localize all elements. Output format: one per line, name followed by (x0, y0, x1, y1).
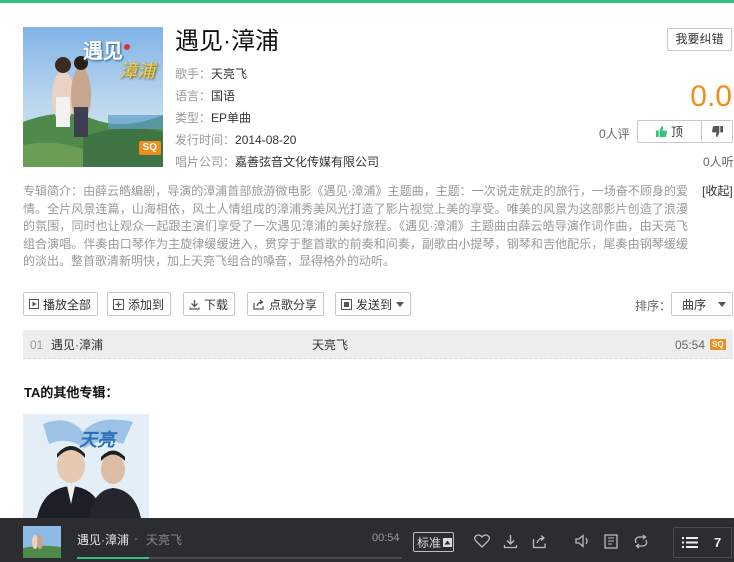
upvote-button[interactable]: 顶 (638, 121, 702, 142)
add-to-button[interactable]: 添加到 (107, 292, 172, 316)
play-all-button[interactable]: 播放全部 (23, 292, 99, 316)
raters-count: 0人评 (599, 127, 630, 141)
player-bar: 遇见·漳浦 - 天亮飞 00:54 标准 7 (0, 518, 734, 562)
share-button[interactable]: 点歌分享 (247, 292, 325, 316)
top-accent-line (0, 0, 734, 3)
meta-release-date: 发行时间：2014-08-20 (175, 133, 297, 147)
vote-box: 顶 (637, 120, 733, 143)
player-cover-thumbnail[interactable] (23, 526, 61, 558)
sort-label: 排序： (635, 299, 672, 313)
play-icon (29, 299, 39, 309)
quality-selector[interactable]: 标准 (413, 532, 454, 552)
share-icon (253, 299, 264, 310)
progress-fill (77, 557, 149, 559)
share-icon[interactable] (532, 534, 547, 549)
volume-icon[interactable] (575, 534, 591, 548)
meta-language: 语言：国语 (175, 89, 236, 103)
other-album-cover[interactable]: 天亮 (23, 414, 149, 518)
sq-badge: SQ (710, 339, 726, 350)
song-duration: 05:54 (675, 338, 706, 352)
singer-link[interactable]: 天亮飞 (211, 67, 247, 81)
chevron-up-icon (443, 537, 453, 547)
download-icon (189, 299, 200, 310)
player-cover-art (23, 526, 61, 558)
description-text: 由薛云皓编剧，导演的漳浦首部旅游微电影《遇见·漳浦》主题曲，主题：一次说走就走的… (23, 184, 688, 268)
downvote-button[interactable] (702, 121, 732, 142)
player-separator: - (134, 531, 138, 545)
listeners-count: 0人听 (703, 155, 734, 169)
download-button[interactable]: 下载 (183, 292, 236, 316)
chevron-down-icon (718, 301, 726, 307)
progress-bar[interactable] (77, 557, 402, 559)
other-album-cover-text: 天亮 (79, 430, 115, 450)
cover-title-text: 遇见 (83, 41, 123, 63)
thumbs-down-icon (711, 126, 723, 137)
thumbs-up-icon (655, 126, 667, 137)
sort-select[interactable]: 曲序 (671, 292, 733, 316)
playlist-queue-button[interactable]: 7 (673, 527, 732, 558)
player-time: 00:54 (372, 532, 400, 544)
album-score: 0.0 (690, 80, 732, 113)
song-artist[interactable]: 天亮飞 (312, 338, 348, 352)
report-error-button[interactable]: 我要纠错 (667, 28, 732, 51)
meta-singer: 歌手：天亮飞 (175, 67, 248, 81)
song-number: 01 (30, 338, 44, 352)
heart-icon[interactable] (474, 534, 490, 548)
sq-badge: SQ (138, 141, 161, 155)
meta-company: 唱片公司：嘉善弦音文化传媒有限公司 (175, 155, 380, 169)
send-icon (341, 298, 352, 310)
album-title: 遇见·漳浦 (175, 28, 279, 55)
send-to-button[interactable]: 发送到 (335, 292, 412, 316)
collapse-description-link[interactable]: [收起] (702, 183, 733, 201)
player-song-name[interactable]: 遇见·漳浦 (77, 531, 129, 548)
chevron-down-icon (396, 301, 405, 307)
company-link[interactable]: 嘉善弦音文化传媒有限公司 (235, 155, 379, 169)
repeat-icon[interactable] (633, 534, 649, 549)
album-description: 专辑简介：由薛云皓编剧，导演的漳浦首部旅游微电影《遇见·漳浦》主题曲，主题：一次… (23, 183, 688, 271)
meta-type: 类型：EP单曲 (175, 111, 252, 125)
song-name[interactable]: 遇见·漳浦 (51, 338, 103, 352)
player-artist[interactable]: 天亮飞 (146, 531, 182, 548)
lyrics-icon[interactable] (604, 534, 618, 549)
other-albums-title: TA的其他专辑： (24, 385, 119, 400)
album-cover[interactable]: 遇见 漳浦 SQ (23, 27, 163, 167)
download-icon[interactable] (503, 534, 518, 549)
queue-count: 7 (714, 535, 722, 550)
description-label: 专辑简介： (23, 184, 84, 198)
playlist-icon (682, 537, 698, 548)
add-icon (113, 298, 124, 310)
song-row[interactable]: 01 遇见·漳浦 天亮飞 05:54 SQ (23, 330, 733, 359)
cover-title-text-2: 漳浦 (119, 61, 155, 81)
